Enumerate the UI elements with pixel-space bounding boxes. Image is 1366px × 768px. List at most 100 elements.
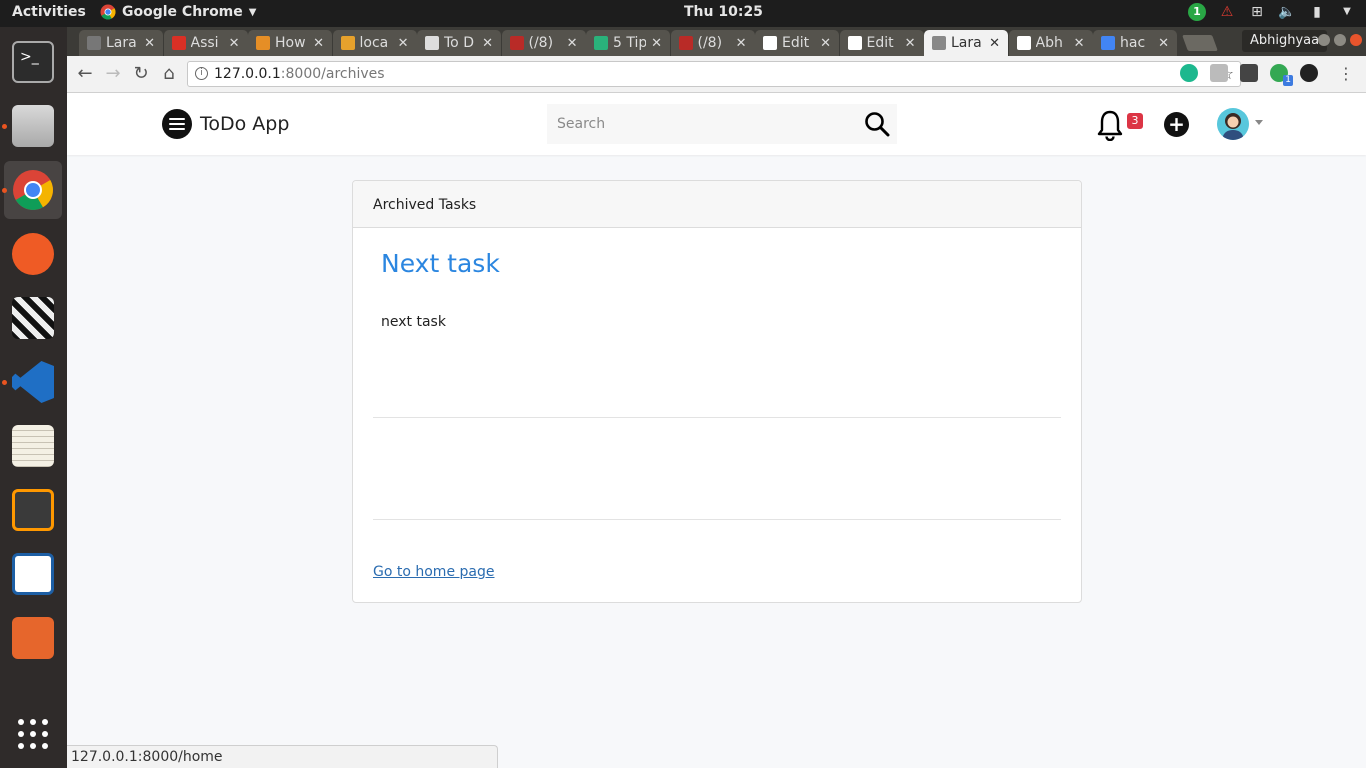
url-host: 127.0.0.1 — [214, 66, 281, 82]
close-icon[interactable]: ✕ — [820, 36, 831, 51]
browser-tab[interactable]: To D ✕ — [417, 30, 501, 56]
info-icon[interactable]: i — [195, 67, 208, 80]
close-window-button[interactable] — [1350, 34, 1362, 46]
minimize-button[interactable] — [1318, 34, 1330, 46]
extension-mail-icon[interactable] — [1210, 64, 1228, 82]
close-icon[interactable]: ✕ — [905, 36, 916, 51]
browser-tab[interactable]: hac ✕ — [1093, 30, 1177, 56]
browser-tab[interactable]: Lara ✕ — [924, 30, 1008, 56]
favicon-icon — [1016, 36, 1031, 50]
favicon-icon — [1101, 36, 1115, 50]
bell-icon[interactable] — [1095, 109, 1125, 141]
reload-icon[interactable]: ↻ — [130, 63, 152, 85]
browser-tab[interactable]: 5 Tip ✕ — [586, 30, 670, 56]
hamburger-menu-icon[interactable] — [162, 109, 192, 139]
browser-tab[interactable]: loca ✕ — [332, 30, 417, 56]
chevron-down-icon[interactable]: ▼ — [1338, 3, 1356, 21]
dock-files[interactable] — [2, 97, 62, 155]
warning-icon[interactable]: ⚠ — [1218, 3, 1236, 21]
sublime-icon — [12, 489, 54, 531]
update-badge-icon[interactable]: 1 — [1188, 3, 1206, 21]
dock-video-editor[interactable] — [4, 289, 62, 347]
forward-icon[interactable]: → — [102, 63, 124, 85]
chevron-down-icon: ▼ — [248, 6, 257, 18]
close-icon[interactable]: ✕ — [144, 36, 155, 51]
favicon-icon — [932, 36, 946, 50]
dock-writer[interactable] — [4, 545, 62, 603]
favicon-icon — [594, 36, 608, 50]
tab-title: loca — [359, 35, 389, 51]
extension-chat-icon[interactable] — [1300, 64, 1318, 82]
postman-icon — [12, 233, 54, 275]
address-bar[interactable]: i 127.0.0.1:8000/archives ☆ — [187, 61, 1241, 87]
close-icon[interactable]: ✕ — [313, 36, 324, 51]
chrome-icon — [13, 170, 53, 210]
close-icon[interactable]: ✕ — [229, 36, 240, 51]
close-icon[interactable]: ✕ — [736, 36, 747, 51]
profile-button[interactable]: Abhighyaa — [1242, 30, 1328, 52]
clock[interactable]: Thu 10:25 — [684, 4, 763, 20]
dock-sublime[interactable] — [4, 481, 62, 539]
maximize-button[interactable] — [1334, 34, 1346, 46]
browser-tab[interactable]: Lara ✕ — [79, 30, 163, 56]
divider — [373, 519, 1061, 520]
extension-m-icon[interactable] — [1180, 64, 1198, 82]
network-icon[interactable]: ⊞ — [1248, 3, 1266, 21]
search-button[interactable] — [857, 104, 897, 144]
close-icon[interactable]: ✕ — [1158, 36, 1169, 51]
browser-tab[interactable]: Edit ✕ — [755, 30, 839, 56]
dock-vscode[interactable] — [2, 353, 62, 411]
search-icon — [865, 112, 890, 137]
system-tray[interactable]: 1 ⚠ ⊞ 🔈 ▮ ▼ — [1188, 3, 1356, 21]
back-icon[interactable]: ← — [74, 63, 96, 85]
task-description: next task — [381, 314, 446, 330]
app-menu[interactable]: Google Chrome ▼ — [100, 4, 256, 20]
notepad-icon — [12, 425, 54, 467]
browser-tab[interactable]: Edit ✕ — [839, 30, 924, 56]
browser-tab[interactable]: Assi ✕ — [163, 30, 248, 56]
browser-tab[interactable]: Abh ✕ — [1008, 30, 1093, 56]
close-icon[interactable]: ✕ — [398, 36, 409, 51]
browser-tab[interactable]: (/8) ✕ — [501, 30, 586, 56]
battery-icon[interactable]: ▮ — [1308, 3, 1326, 21]
tab-title: (/8) — [697, 35, 723, 51]
close-icon[interactable]: ✕ — [989, 36, 1000, 51]
vscode-icon — [12, 361, 54, 403]
user-avatar-icon — [1222, 113, 1244, 140]
caret-down-icon[interactable] — [1255, 120, 1263, 125]
brand[interactable]: ToDo App — [162, 109, 289, 139]
new-tab-button[interactable] — [1182, 35, 1218, 51]
search-input[interactable] — [547, 104, 857, 144]
favicon-icon — [87, 36, 101, 50]
add-task-button[interactable]: + — [1164, 112, 1189, 137]
dock-show-apps[interactable] — [4, 705, 62, 763]
extension-shield-icon[interactable] — [1240, 64, 1258, 82]
dock-postman[interactable] — [4, 225, 62, 283]
close-icon[interactable]: ✕ — [1074, 36, 1085, 51]
extension-green-icon[interactable]: 1 — [1270, 64, 1293, 86]
tab-title: Edit — [782, 35, 810, 51]
close-icon[interactable]: ✕ — [482, 36, 493, 51]
avatar[interactable] — [1217, 108, 1249, 140]
brand-name[interactable]: ToDo App — [200, 113, 289, 135]
close-icon[interactable]: ✕ — [567, 36, 578, 51]
volume-icon[interactable]: 🔈 — [1278, 3, 1296, 21]
tab-title: Abh — [1035, 35, 1063, 51]
browser-tab[interactable]: (/8) ✕ — [670, 30, 755, 56]
dock-text-editor[interactable] — [4, 417, 62, 475]
notification-badge: 3 — [1127, 113, 1143, 129]
close-icon[interactable]: ✕ — [651, 36, 662, 51]
activities-button[interactable]: Activities — [12, 4, 86, 20]
dock-software-center[interactable] — [4, 609, 62, 667]
dock-chrome[interactable] — [2, 161, 62, 219]
tab-title: 5 Tip — [613, 35, 647, 51]
home-page-link[interactable]: Go to home page — [373, 564, 494, 580]
document-icon — [12, 553, 54, 595]
dock-terminal[interactable]: >_ — [4, 33, 62, 91]
system-top-bar: Activities Google Chrome ▼ Thu 10:25 1 ⚠… — [0, 0, 1366, 27]
kebab-menu-icon[interactable]: ⋮ — [1338, 64, 1354, 83]
home-icon[interactable]: ⌂ — [158, 63, 180, 85]
search-box — [547, 104, 897, 144]
task-title[interactable]: Next task — [381, 249, 500, 278]
browser-tab[interactable]: How ✕ — [248, 30, 332, 56]
